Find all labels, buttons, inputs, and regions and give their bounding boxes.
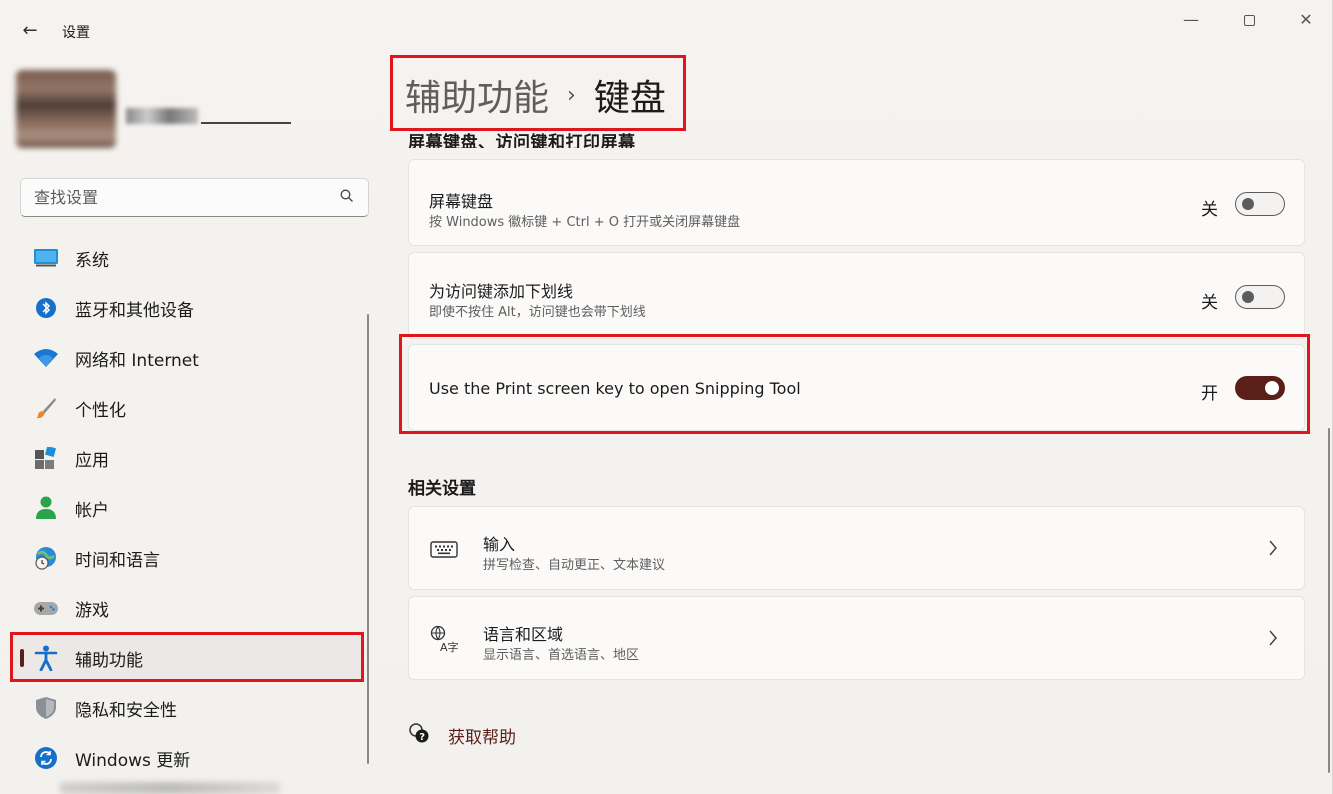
minimize-icon: — bbox=[1183, 10, 1199, 29]
app-title: 设置 bbox=[62, 25, 90, 41]
related-item-subtitle: 拼写检查、自动更正、文本建议 bbox=[483, 558, 666, 573]
wifi-icon bbox=[30, 344, 62, 372]
sidebar-item-label: 蓝牙和其他设备 bbox=[75, 300, 194, 321]
sidebar-item-label: 应用 bbox=[75, 450, 109, 471]
sidebar-item-windows-update[interactable]: Windows 更新 bbox=[10, 734, 364, 782]
related-item-language-region[interactable]: A字 语言和区域 显示语言、首选语言、地区 bbox=[408, 596, 1305, 680]
chevron-right-icon bbox=[1268, 627, 1278, 651]
sidebar-item-label: 网络和 Internet bbox=[75, 350, 199, 371]
system-icon bbox=[30, 244, 62, 272]
toggle-knob bbox=[1265, 381, 1279, 395]
sidebar-scrollbar[interactable] bbox=[367, 314, 369, 764]
svg-text:?: ? bbox=[419, 732, 425, 743]
search-box[interactable] bbox=[20, 178, 369, 217]
toggle-state-label: 开 bbox=[1201, 384, 1218, 404]
sidebar-item-label: 系统 bbox=[75, 250, 109, 271]
setting-subtitle: 按 Windows 徽标键 + Ctrl + O 打开或关闭屏幕键盘 bbox=[429, 215, 741, 230]
related-item-input[interactable]: 输入 拼写检查、自动更正、文本建议 bbox=[408, 506, 1305, 590]
setting-title: Use the Print screen key to open Snippin… bbox=[429, 379, 801, 398]
globe-clock-icon bbox=[30, 544, 62, 572]
section-heading: 屏幕键盘、访问键和打印屏幕 bbox=[408, 133, 636, 148]
language-icon: A字 bbox=[429, 624, 459, 654]
breadcrumb: 辅助功能 › 键盘 bbox=[405, 70, 666, 120]
active-indicator bbox=[20, 649, 24, 667]
setting-subtitle: 即使不按住 Alt，访问键也会带下划线 bbox=[429, 305, 646, 320]
breadcrumb-parent[interactable]: 辅助功能 bbox=[405, 69, 549, 121]
sidebar-item-label: 游戏 bbox=[75, 600, 109, 621]
profile-name-obscured bbox=[126, 108, 198, 124]
get-help-label: 获取帮助 bbox=[448, 727, 516, 748]
toggle-knob bbox=[1242, 291, 1254, 303]
apps-icon bbox=[30, 444, 62, 472]
related-item-title: 语言和区域 bbox=[483, 625, 564, 644]
close-icon: ✕ bbox=[1299, 10, 1313, 29]
setting-title: 为访问键添加下划线 bbox=[429, 282, 574, 301]
keyboard-icon bbox=[429, 534, 459, 564]
sidebar-item-accessibility[interactable]: 辅助功能 bbox=[10, 634, 364, 682]
avatar bbox=[16, 70, 116, 148]
gamepad-icon bbox=[30, 594, 62, 622]
related-settings-heading: 相关设置 bbox=[408, 479, 476, 499]
brush-icon bbox=[30, 394, 62, 422]
setting-title: 屏幕键盘 bbox=[429, 192, 494, 211]
sidebar-item-label: 个性化 bbox=[75, 400, 126, 421]
toggle-state-label: 关 bbox=[1201, 293, 1218, 313]
sidebar-item-label: 时间和语言 bbox=[75, 550, 160, 571]
chevron-right-icon: › bbox=[567, 82, 576, 108]
sidebar-item-label: 隐私和安全性 bbox=[75, 700, 177, 721]
close-button[interactable]: ✕ bbox=[1283, 6, 1329, 34]
account-icon bbox=[30, 494, 62, 522]
update-icon bbox=[30, 744, 62, 772]
get-help-link[interactable]: ? 获取帮助 bbox=[408, 722, 516, 748]
profile-divider bbox=[201, 122, 291, 124]
on-screen-keyboard-toggle[interactable] bbox=[1235, 192, 1285, 216]
search-icon[interactable] bbox=[340, 189, 354, 207]
back-button[interactable]: ← bbox=[14, 18, 46, 44]
accessibility-icon bbox=[30, 644, 62, 672]
user-profile[interactable] bbox=[16, 70, 296, 150]
shield-icon bbox=[30, 694, 62, 722]
sidebar-item-network[interactable]: 网络和 Internet bbox=[10, 334, 364, 382]
svg-text:A字: A字 bbox=[440, 640, 458, 653]
sidebar-item-privacy[interactable]: 隐私和安全性 bbox=[10, 684, 364, 732]
sidebar-item-label: Windows 更新 bbox=[75, 750, 191, 771]
setting-underline-access-keys: 为访问键添加下划线 即使不按住 Alt，访问键也会带下划线 关 bbox=[408, 252, 1305, 339]
sidebar-item-bluetooth[interactable]: 蓝牙和其他设备 bbox=[10, 284, 364, 332]
maximize-icon bbox=[1243, 15, 1255, 26]
related-item-title: 输入 bbox=[483, 535, 516, 554]
underline-access-keys-toggle[interactable] bbox=[1235, 285, 1285, 309]
sidebar-item-label: 帐户 bbox=[75, 500, 109, 521]
sidebar-item-time-language[interactable]: 时间和语言 bbox=[10, 534, 364, 582]
setting-on-screen-keyboard: 屏幕键盘 按 Windows 徽标键 + Ctrl + O 打开或关闭屏幕键盘 … bbox=[408, 159, 1305, 246]
sidebar-item-personalization[interactable]: 个性化 bbox=[10, 384, 364, 432]
sidebar-nav: 系统 蓝牙和其他设备 网络和 Internet 个性化 应用 帐户 时间和语言 … bbox=[10, 234, 364, 784]
settings-window: ← 设置 — ✕ 系统 bbox=[0, 0, 1333, 794]
related-item-subtitle: 显示语言、首选语言、地区 bbox=[483, 648, 640, 663]
print-screen-snipping-toggle[interactable] bbox=[1235, 376, 1285, 400]
toggle-knob bbox=[1242, 198, 1254, 210]
chevron-right-icon bbox=[1268, 537, 1278, 561]
sidebar-item-system[interactable]: 系统 bbox=[10, 234, 364, 282]
help-icon: ? bbox=[408, 722, 430, 748]
maximize-button[interactable] bbox=[1226, 6, 1272, 34]
minimize-button[interactable]: — bbox=[1168, 6, 1214, 34]
setting-print-screen-snipping: Use the Print screen key to open Snippin… bbox=[408, 344, 1305, 431]
toggle-state-label: 关 bbox=[1201, 200, 1218, 220]
sidebar-item-apps[interactable]: 应用 bbox=[10, 434, 364, 482]
sidebar-item-label: 辅助功能 bbox=[75, 650, 143, 671]
search-input[interactable] bbox=[21, 179, 331, 216]
title-bar: ← 设置 — ✕ bbox=[0, 0, 1332, 60]
obscured-text bbox=[60, 782, 280, 794]
sidebar-item-gaming[interactable]: 游戏 bbox=[10, 584, 364, 632]
sidebar-item-accounts[interactable]: 帐户 bbox=[10, 484, 364, 532]
main-scrollbar[interactable] bbox=[1328, 428, 1330, 773]
bluetooth-icon bbox=[30, 294, 62, 322]
page-title: 键盘 bbox=[593, 78, 666, 119]
arrow-left-icon: ← bbox=[22, 20, 38, 41]
